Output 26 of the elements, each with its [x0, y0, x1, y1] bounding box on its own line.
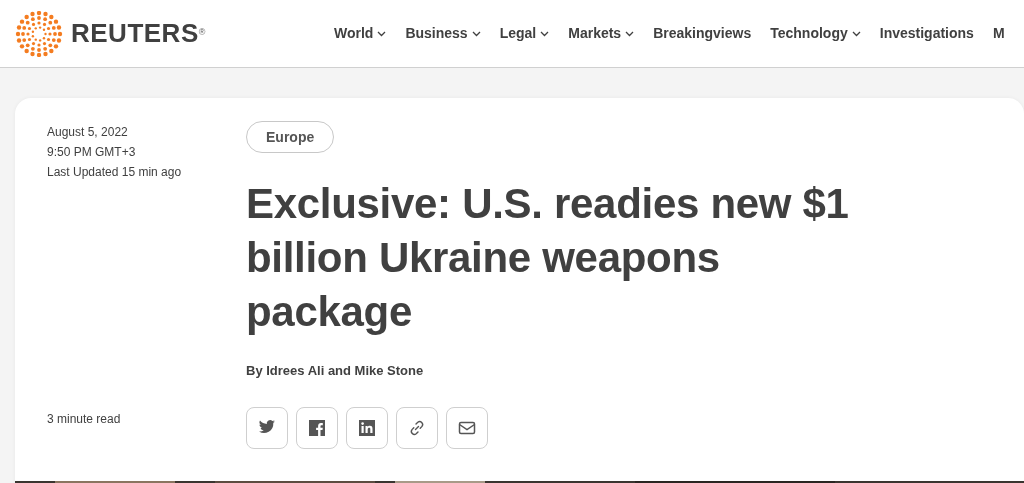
registered-mark: ® — [198, 26, 206, 37]
chevron-down-icon — [540, 30, 550, 37]
chevron-down-icon — [625, 30, 635, 37]
share-button[interactable] — [346, 406, 388, 449]
read-time: 3 minute read — [47, 411, 122, 428]
logo-wordmark[interactable]: REUTERS — [71, 14, 199, 53]
byline: By Idrees Ali and Mike Stone — [246, 362, 424, 380]
share-button[interactable] — [446, 406, 488, 449]
nav-link[interactable]: Legal — [499, 23, 550, 44]
last-updated: Last Updated 15 min ago — [47, 164, 183, 181]
chevron-down-icon — [377, 30, 387, 37]
publish-date: August 5, 2022 — [47, 124, 129, 141]
nav-link[interactable]: Breakingviews — [653, 23, 752, 44]
nav-link[interactable]: Markets — [568, 23, 635, 44]
logo-icon[interactable] — [15, 10, 63, 57]
chevron-down-icon — [851, 30, 861, 37]
nav-link[interactable]: Business — [405, 23, 481, 44]
nav-link[interactable]: World — [334, 23, 387, 44]
nav-link[interactable]: Technology — [770, 23, 861, 44]
chevron-down-icon — [471, 30, 481, 37]
publish-time: 9:50 PM GMT+3 — [47, 144, 137, 161]
headline: Exclusive: U.S. readies new $1 billion Ukraine weapons package — [246, 179, 850, 337]
nav-link[interactable]: Investigations — [879, 23, 974, 44]
share-button[interactable] — [246, 406, 288, 449]
nav-link[interactable]: M — [992, 23, 1005, 44]
share-button[interactable] — [296, 406, 338, 449]
